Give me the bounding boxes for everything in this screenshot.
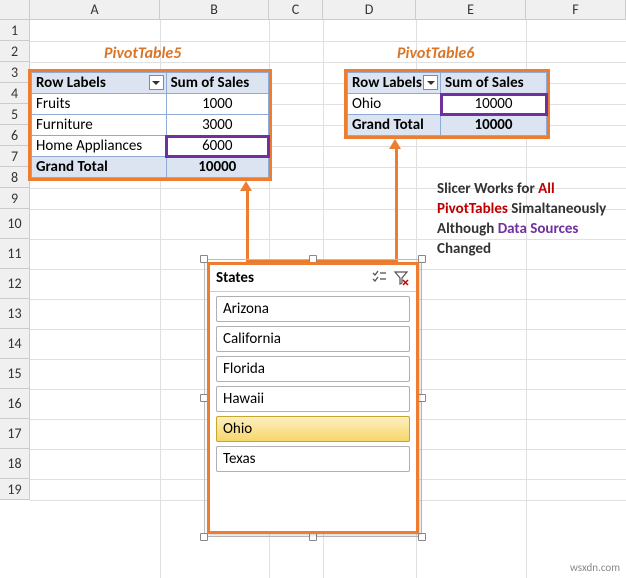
grand-total-row: Grand Total10000 [348, 115, 547, 136]
pivot6-sum-header: Sum of Sales [441, 73, 547, 94]
arrow-up-icon [240, 181, 252, 191]
row-header[interactable]: 8 [0, 167, 30, 188]
row-header[interactable]: 11 [0, 239, 30, 269]
slicer-item[interactable]: Arizona [216, 296, 410, 322]
column-header[interactable]: B [160, 0, 269, 20]
row-header[interactable]: 16 [0, 389, 30, 419]
slicer-states[interactable]: States Arizona California Florida Hawaii Ohi… [207, 262, 419, 534]
resize-handle[interactable] [418, 533, 426, 541]
slicer-item[interactable]: Hawaii [216, 386, 410, 412]
slicer-body: Arizona California Florida Hawaii Ohio Texas [210, 292, 416, 480]
row-header[interactable]: 15 [0, 359, 30, 389]
row-header[interactable]: 6 [0, 125, 30, 146]
pivot6-rowlabels-header[interactable]: Row Labels [348, 73, 441, 94]
slicer-header[interactable]: States [210, 265, 416, 292]
clear-filter-icon[interactable] [392, 269, 410, 287]
row-header[interactable]: 2 [0, 41, 30, 62]
slicer-title: States [216, 269, 366, 287]
resize-handle[interactable] [309, 533, 317, 541]
filter-dropdown-icon[interactable] [423, 75, 438, 90]
multiselect-icon[interactable] [370, 269, 388, 287]
row-header[interactable]: 7 [0, 146, 30, 167]
slicer-item[interactable]: California [216, 326, 410, 352]
row-header[interactable]: 17 [0, 419, 30, 449]
column-header[interactable]: E [416, 0, 526, 20]
row-header[interactable]: 10 [0, 209, 30, 239]
pivot5-sum-header: Sum of Sales [166, 73, 268, 94]
resize-handle[interactable] [418, 394, 426, 402]
table-row[interactable]: Fruits1000 [32, 94, 269, 115]
pivot-table-6: Row Labels Sum of Sales Ohio10000 Grand … [344, 69, 550, 139]
row-header[interactable]: 9 [0, 188, 30, 209]
row-header[interactable]: 3 [0, 62, 30, 83]
column-header[interactable]: C [269, 0, 323, 20]
pivot5-rowlabels-header[interactable]: Row Labels [32, 73, 167, 94]
row-header[interactable]: 18 [0, 449, 30, 479]
row-header[interactable]: 4 [0, 83, 30, 104]
connector-line [246, 190, 249, 262]
slicer-item[interactable]: Texas [216, 446, 410, 472]
resize-handle[interactable] [418, 255, 426, 263]
column-headers: ABCDEF [30, 0, 626, 20]
table-row[interactable]: Home Appliances6000 [32, 136, 269, 157]
select-all-corner[interactable] [0, 0, 30, 20]
connector-line [395, 148, 398, 263]
row-header[interactable]: 13 [0, 299, 30, 329]
slicer-item[interactable]: Florida [216, 356, 410, 382]
arrow-up-icon [389, 139, 401, 149]
row-headers: 12345678910111213141516171819 [0, 20, 30, 500]
row-header[interactable]: 1 [0, 20, 30, 41]
watermark: wsxdn.com [570, 561, 620, 574]
row-header[interactable]: 14 [0, 329, 30, 359]
filter-dropdown-icon[interactable] [149, 75, 164, 90]
column-header[interactable]: F [526, 0, 626, 20]
row-header[interactable]: 5 [0, 104, 30, 125]
pivot5-title: PivotTable5 [104, 44, 181, 63]
table-row[interactable]: Furniture3000 [32, 115, 269, 136]
slicer-item[interactable]: Ohio [216, 416, 410, 442]
pivot-table-5: Row Labels Sum of Sales Fruits1000 Furni… [28, 69, 272, 181]
pivot6-title: PivotTable6 [397, 44, 474, 63]
row-header[interactable]: 12 [0, 269, 30, 299]
annotation-text: Slicer Works for All PivotTables Simalta… [437, 179, 612, 259]
grand-total-row: Grand Total10000 [32, 157, 269, 178]
table-row[interactable]: Ohio10000 [348, 94, 547, 115]
resize-handle[interactable] [200, 533, 208, 541]
row-header[interactable]: 19 [0, 479, 30, 500]
column-header[interactable]: A [30, 0, 160, 20]
column-header[interactable]: D [323, 0, 416, 20]
